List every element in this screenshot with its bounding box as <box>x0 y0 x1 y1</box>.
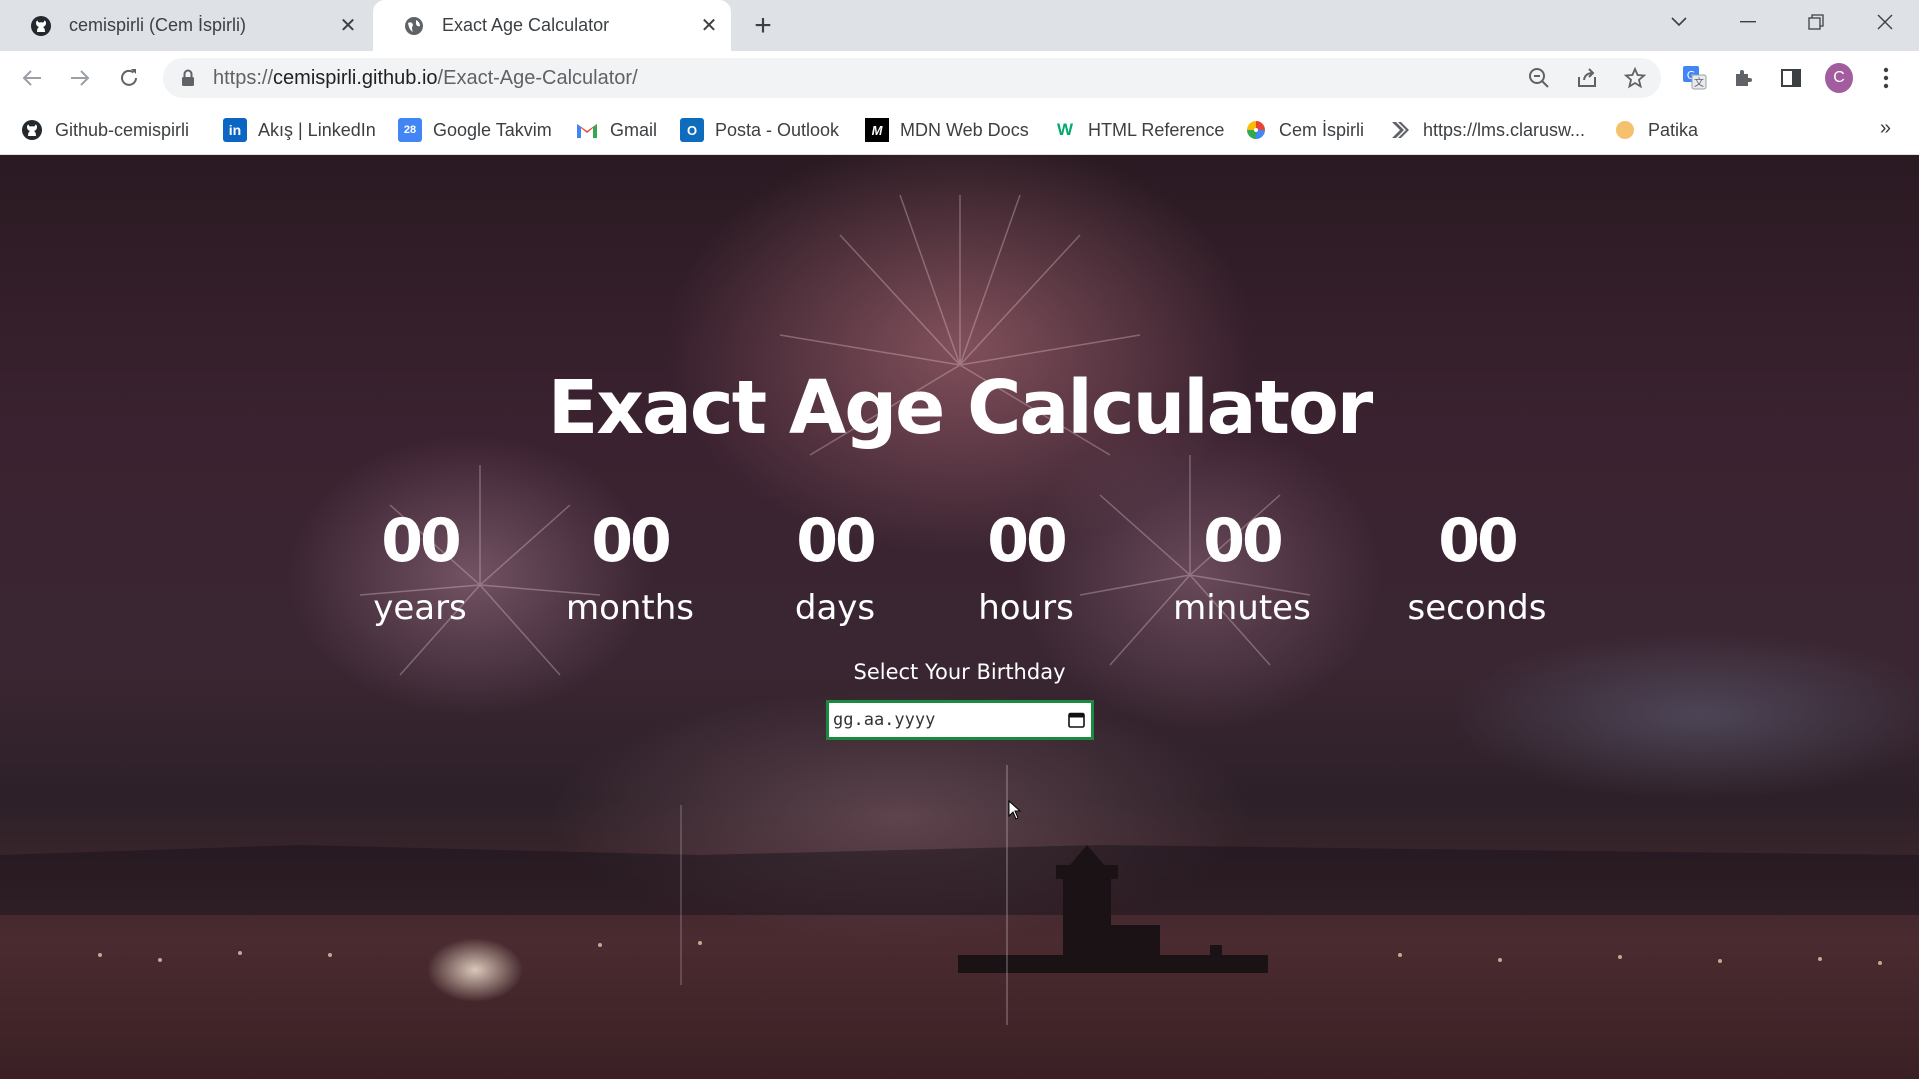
years-label: years <box>373 588 467 628</box>
months-value: 00 <box>591 506 672 576</box>
counter-years: 00 years <box>320 505 520 637</box>
tab-search-chevron-icon[interactable] <box>1651 0 1707 44</box>
share-icon[interactable] <box>1575 66 1599 90</box>
patika-icon <box>1613 118 1637 142</box>
bookmark-label: Gmail <box>610 119 658 140</box>
birthday-label: Select Your Birthday <box>853 660 1066 684</box>
bookmark-label: https://lms.clarusw... <box>1423 119 1586 140</box>
bookmarks-bar: Github-cemispirli in Akış | LinkedIn 28 … <box>0 105 1919 155</box>
w3-icon: W <box>1056 120 1074 139</box>
github-icon <box>20 118 44 142</box>
bookmark-outlook[interactable]: O Posta - Outlook <box>680 117 839 143</box>
github-icon <box>30 15 52 37</box>
counter-days: 00 days <box>735 505 935 637</box>
page-background: Exact Age Calculator 00 years 00 months … <box>0 155 1919 1079</box>
clarusway-icon <box>1388 118 1412 142</box>
counter-minutes: 00 minutes <box>1142 505 1342 637</box>
age-calculator-app: Exact Age Calculator 00 years 00 months … <box>0 155 1919 1079</box>
counter-hours: 00 hours <box>926 505 1126 637</box>
minutes-label: minutes <box>1173 588 1311 628</box>
bookmark-star-icon[interactable] <box>1623 66 1647 90</box>
zoom-icon[interactable] <box>1527 66 1551 90</box>
address-bar[interactable]: https://cemispirli.github.io/Exact-Age-C… <box>163 58 1661 98</box>
url-text: https://cemispirli.github.io/Exact-Age-C… <box>213 67 638 89</box>
bookmark-html-reference[interactable]: W HTML Reference <box>1053 117 1224 143</box>
counter-seconds: 00 seconds <box>1377 505 1577 637</box>
bookmark-mdn[interactable]: M MDN Web Docs <box>865 117 1029 143</box>
forward-button[interactable] <box>63 61 97 95</box>
extensions-icon[interactable] <box>1729 64 1757 92</box>
reload-button[interactable] <box>112 61 146 95</box>
calendar-picker-icon[interactable] <box>1068 711 1085 733</box>
side-panel-icon[interactable] <box>1777 64 1805 92</box>
date-placeholder: gg.aa.yyyy <box>833 710 936 730</box>
bookmarks-overflow-button[interactable]: » <box>1880 117 1891 140</box>
gmail-icon <box>575 118 599 142</box>
tab-strip: cemispirli (Cem İspirli) ✕ Exact Age Cal… <box>0 0 1919 51</box>
close-window-button[interactable] <box>1857 0 1913 44</box>
bookmark-label: HTML Reference <box>1088 119 1225 140</box>
close-tab-icon[interactable]: ✕ <box>336 13 360 37</box>
profile-avatar[interactable]: C <box>1825 63 1853 93</box>
months-label: months <box>565 588 695 628</box>
seconds-value: 00 <box>1438 506 1519 576</box>
linkedin-icon: in <box>223 118 247 142</box>
seconds-label: seconds <box>1407 588 1547 628</box>
mdn-icon: M <box>865 118 889 142</box>
bookmark-label: Cem İspirli <box>1279 119 1365 140</box>
browser-toolbar: https://cemispirli.github.io/Exact-Age-C… <box>0 51 1919 105</box>
days-value: 00 <box>796 506 877 576</box>
svg-text:文: 文 <box>1694 76 1704 89</box>
bookmark-label: Patika <box>1648 119 1699 140</box>
calendar-icon: 28 <box>398 118 422 142</box>
bookmark-linkedin[interactable]: in Akış | LinkedIn <box>223 117 376 143</box>
lock-icon[interactable] <box>181 69 195 92</box>
minimize-button[interactable] <box>1720 0 1776 44</box>
swirl-icon <box>1244 118 1268 142</box>
outlook-icon: O <box>680 118 704 142</box>
tab-title: Exact Age Calculator <box>442 15 610 35</box>
bookmark-label: Google Takvim <box>433 119 552 140</box>
tab-github[interactable]: cemispirli (Cem İspirli) ✕ <box>0 0 370 51</box>
bookmark-patika[interactable]: Patika <box>1613 117 1698 143</box>
back-button[interactable] <box>15 61 49 95</box>
mouse-cursor-icon <box>1008 799 1022 825</box>
bookmark-label: Akış | LinkedIn <box>258 119 376 140</box>
new-tab-button[interactable]: + <box>748 11 778 41</box>
bookmark-cem-ispirli[interactable]: Cem İspirli <box>1244 117 1364 143</box>
close-tab-icon[interactable]: ✕ <box>697 13 721 37</box>
counter-months: 00 months <box>530 505 730 637</box>
years-value: 00 <box>381 506 462 576</box>
days-label: days <box>794 588 876 628</box>
bookmark-github[interactable]: Github-cemispirli <box>20 117 189 143</box>
restore-button[interactable] <box>1788 0 1844 44</box>
bookmark-label: Posta - Outlook <box>715 119 840 140</box>
hours-label: hours <box>978 588 1074 628</box>
profile-initial: C <box>1825 63 1853 93</box>
translate-icon[interactable]: G文 <box>1681 64 1709 92</box>
kebab-menu-icon[interactable] <box>1872 64 1900 92</box>
bookmark-label: Github-cemispirli <box>55 119 190 140</box>
bookmark-google-calendar[interactable]: 28 Google Takvim <box>398 117 552 143</box>
minutes-value: 00 <box>1203 506 1284 576</box>
tab-title: cemispirli (Cem İspirli) <box>69 15 247 35</box>
globe-icon <box>403 15 425 37</box>
hours-value: 00 <box>987 506 1068 576</box>
page-title: Exact Age Calculator <box>547 365 1374 451</box>
bookmark-clarusway[interactable]: https://lms.clarusw... <box>1388 117 1585 143</box>
tab-age-calculator[interactable]: Exact Age Calculator ✕ <box>373 0 731 51</box>
bookmark-label: MDN Web Docs <box>900 119 1029 140</box>
birthday-date-input[interactable]: gg.aa.yyyy <box>826 700 1094 740</box>
bookmark-gmail[interactable]: Gmail <box>575 117 657 143</box>
